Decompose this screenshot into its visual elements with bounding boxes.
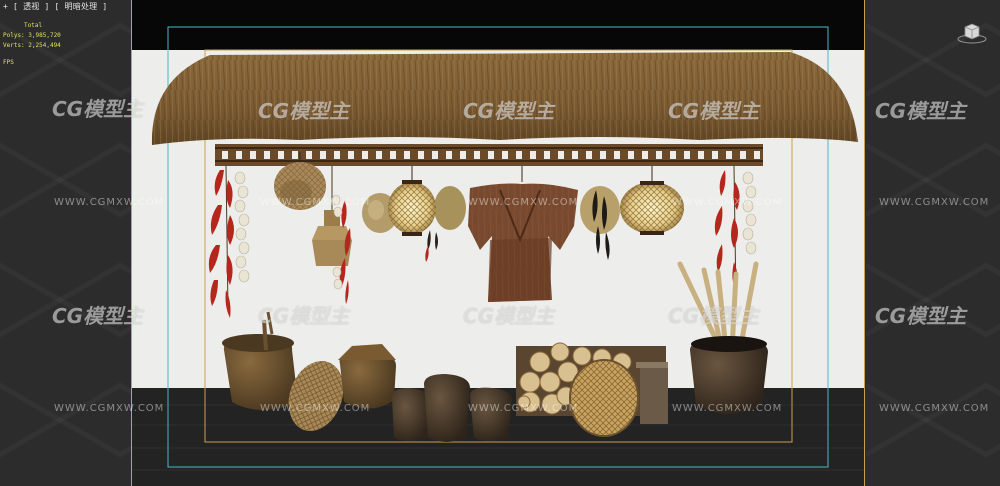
thatch-roof-texture	[151, 52, 858, 145]
viewport-label-menu[interactable]: + [ 透视 ] [ 明暗处理 ]	[3, 1, 107, 12]
stats-polys: Polys: 3,985,720	[3, 32, 61, 39]
viewport[interactable]: CG模型主 CG模型主 CG模型主 CG模型主 CG模型主 WWW.CGMXW.…	[0, 0, 1000, 486]
stats-fps: FPS	[3, 59, 14, 66]
rendered-scene	[132, 0, 865, 486]
hanging-gourd-right	[580, 186, 620, 234]
stats-verts: Verts: 2,254,494	[3, 42, 61, 49]
stats-total-label: Total	[24, 22, 43, 29]
viewport-statistics: Total Polys: 3,985,720 Verts: 2,254,494	[3, 21, 61, 51]
scene-top-band	[132, 0, 865, 50]
viewcube-icon[interactable]	[957, 22, 987, 44]
clay-jar-lidded	[338, 344, 396, 409]
woven-round-lid	[569, 359, 639, 437]
dark-pot-right	[690, 336, 768, 414]
